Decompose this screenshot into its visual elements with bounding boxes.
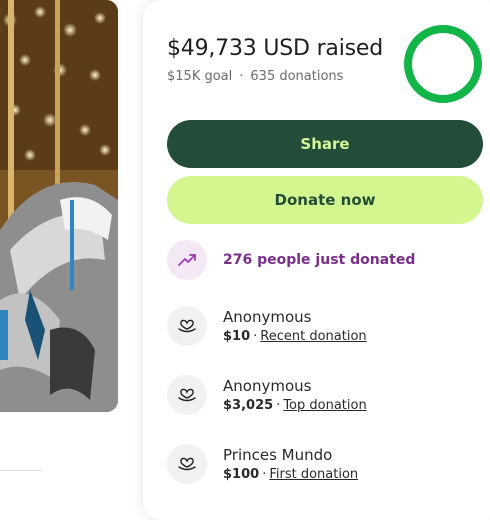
donation-amount: $10 <box>223 329 251 344</box>
donation-amount: $3,025 <box>223 398 274 413</box>
donation-card: $49,733 USD raised $15K goal · 635 donatio… <box>143 0 490 520</box>
donor-item: Princes Mundo $100 · First donation <box>167 444 358 484</box>
carousel-image <box>0 0 118 412</box>
donation-amount: $100 <box>223 467 260 482</box>
meta-separator: · <box>253 329 258 344</box>
progress-ring-arc <box>404 25 482 103</box>
donate-now-button[interactable]: Donate now <box>167 176 483 224</box>
heart-hand-icon <box>167 444 207 484</box>
donor-name: Princes Mundo <box>223 446 333 464</box>
campaign-photo <box>0 0 118 412</box>
meta-separator: · <box>276 398 281 413</box>
top-donation-link[interactable]: Top donation <box>283 398 366 413</box>
goal-summary: $15K goal · 635 donations <box>167 69 343 84</box>
donation-count: 635 donations <box>250 69 344 84</box>
donor-item: Anonymous $3,025 · Top donation <box>167 375 367 415</box>
donor-item: Anonymous $10 · Recent donation <box>167 306 367 346</box>
heart-hand-icon <box>167 306 207 346</box>
trending-up-icon <box>167 240 207 280</box>
first-donation-link[interactable]: First donation <box>269 467 358 482</box>
recent-activity: 276 people just donated <box>167 240 415 280</box>
heart-hand-icon <box>167 375 207 415</box>
progress-ring <box>404 25 482 103</box>
meta-separator: · <box>262 467 267 482</box>
donor-name: Anonymous <box>223 377 312 395</box>
recent-donors-text: 276 people just donated <box>223 252 416 268</box>
recent-donation-link[interactable]: Recent donation <box>260 329 366 344</box>
share-button[interactable]: Share <box>167 120 483 168</box>
amount-raised: $49,733 USD raised <box>167 36 383 61</box>
goal-amount: $15K goal <box>167 69 233 84</box>
donor-name: Anonymous <box>223 308 312 326</box>
divider <box>0 470 42 471</box>
goal-separator: · <box>239 69 244 84</box>
